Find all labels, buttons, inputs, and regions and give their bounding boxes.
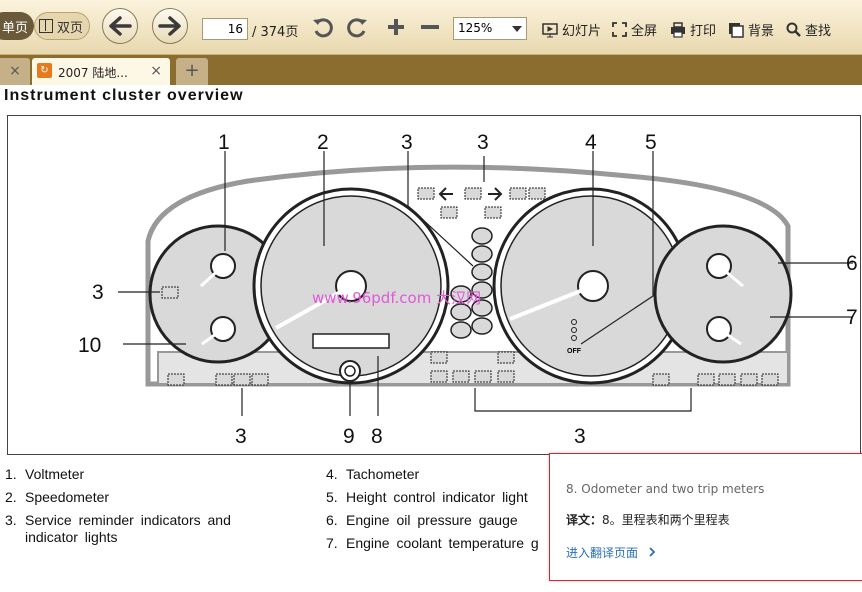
search-icon (786, 22, 801, 37)
zoom-select[interactable]: 125% (453, 17, 527, 40)
instrument-cluster-figure: OFF 1 2 3 3 4 5 6 7 3 10 3 9 8 3 www.96p… (7, 115, 861, 455)
watermark: www.96pdf.com 大汉网 (312, 289, 481, 307)
callout-3c: 3 (92, 281, 104, 304)
search-label: 查找 (805, 24, 832, 39)
double-page-label: 双页 (57, 20, 84, 36)
total-pages: / 374页 (252, 25, 299, 40)
page-number-input[interactable]: 16 (202, 18, 248, 40)
zoom-out-icon[interactable] (419, 16, 441, 38)
legend-number: 4. (326, 466, 338, 482)
legend-right: 4. Tachometer 5. Height control indicato… (326, 466, 586, 551)
callout-3b: 3 (477, 131, 489, 154)
callout-6: 6 (846, 252, 858, 275)
slideshow-button[interactable]: 幻灯片 (542, 20, 601, 39)
open-translation-label: 进入翻译页面 (566, 546, 639, 560)
legend-item: 3. Service reminder indicators and (5, 512, 305, 529)
document-icon: ↻ (37, 63, 52, 78)
legend-item: 5. Height control indicator light (326, 489, 586, 506)
chevron-right-icon (649, 547, 656, 557)
callout-9: 9 (343, 425, 355, 448)
print-label: 打印 (690, 24, 717, 39)
legend-text: Height control indicator light (346, 489, 528, 505)
callout-3d: 3 (235, 425, 247, 448)
callout-1: 1 (218, 131, 230, 154)
callout-8: 8 (371, 425, 383, 448)
tab-active[interactable]: ↻ 2007 陆地... × (32, 58, 170, 85)
rotate-right-icon[interactable] (345, 16, 369, 40)
book-icon (39, 19, 53, 33)
print-button[interactable]: 打印 (670, 20, 716, 39)
legend-item: 2. Speedometer (5, 489, 305, 506)
source-text: 8. Odometer and two trip meters (566, 482, 765, 496)
legend-number: 3. (5, 512, 17, 528)
previous-tab-close-button[interactable]: × (0, 58, 30, 85)
legend-number: 7. (326, 535, 338, 551)
callout-4: 4 (585, 131, 597, 154)
callout-5: 5 (645, 131, 657, 154)
single-page-button[interactable]: 单页 (0, 12, 34, 40)
translation-text: 译文：8。里程表和两个里程表 (566, 511, 730, 528)
next-page-button[interactable] (152, 8, 188, 44)
chevron-down-icon (512, 26, 522, 32)
double-page-button[interactable]: 双页 (34, 12, 90, 40)
slideshow-icon (542, 22, 558, 37)
open-translation-page-link[interactable]: 进入翻译页面 (566, 544, 656, 561)
zoom-value: 125% (458, 21, 493, 35)
background-label: 背景 (748, 24, 775, 39)
legend-number: 1. (5, 466, 17, 482)
translation-popup: 8. Odometer and two trip meters 译文：8。里程表… (549, 453, 862, 581)
zoom-in-icon[interactable] (385, 16, 407, 38)
legend-text: Engine coolant temperature g (346, 535, 539, 551)
page-title: Instrument cluster overview (4, 87, 244, 104)
callout-3a: 3 (401, 131, 413, 154)
legend-number: 5. (326, 489, 338, 505)
legend-item: 6. Engine oil pressure gauge (326, 512, 586, 529)
legend-item: indicator lights (5, 529, 305, 546)
translation-value: 8。里程表和两个里程表 (602, 513, 730, 527)
off-label: OFF (567, 348, 582, 355)
close-tab-button[interactable]: × (150, 63, 162, 79)
instrument-cluster-illustration: OFF 1 2 3 3 4 5 6 7 3 10 3 9 8 3 www.96p… (78, 131, 858, 448)
callout-7: 7 (846, 306, 858, 329)
legend-text: Speedometer (25, 489, 110, 505)
background-button[interactable]: 背景 (728, 20, 774, 39)
callout-10: 10 (78, 334, 101, 357)
legend-text: Tachometer (346, 466, 420, 482)
legend-text: Voltmeter (25, 466, 85, 482)
print-icon (671, 21, 685, 38)
legend-item: 1. Voltmeter (5, 466, 305, 483)
tab-title: 2007 陆地... (58, 66, 128, 80)
fullscreen-button[interactable]: 全屏 (612, 20, 657, 39)
back-arrow-icon (109, 16, 132, 36)
single-page-label: 单页 (1, 20, 28, 36)
legend-text: indicator lights (25, 529, 118, 545)
callout-3e: 3 (574, 425, 586, 448)
previous-page-button[interactable] (102, 8, 138, 44)
fullscreen-label: 全屏 (631, 24, 658, 39)
legend-number: 6. (326, 512, 338, 528)
translation-label: 译文： (566, 513, 603, 527)
legend-left: 1. Voltmeter 2. Speedometer 3. Service r… (5, 466, 305, 546)
toolbar: 单页 双页 16 / 374页 125% 幻灯片 全屏 打印 背景 查找 (0, 0, 862, 55)
slideshow-label: 幻灯片 (562, 24, 602, 39)
forward-arrow-icon (158, 16, 181, 36)
legend-text: Service reminder indicators and (25, 512, 231, 528)
search-button[interactable]: 查找 (786, 20, 831, 39)
legend-item: 7. Engine coolant temperature g (326, 535, 586, 552)
background-icon (729, 22, 744, 38)
fullscreen-icon (612, 22, 627, 37)
legend-item: 4. Tachometer (326, 466, 586, 483)
rotate-left-icon[interactable] (311, 16, 335, 40)
legend-number: 2. (5, 489, 17, 505)
callout-2: 2 (317, 131, 329, 154)
legend-text: Engine oil pressure gauge (346, 512, 518, 528)
tab-bar: × ↻ 2007 陆地... × + (0, 55, 862, 85)
new-tab-button[interactable]: + (176, 58, 208, 85)
